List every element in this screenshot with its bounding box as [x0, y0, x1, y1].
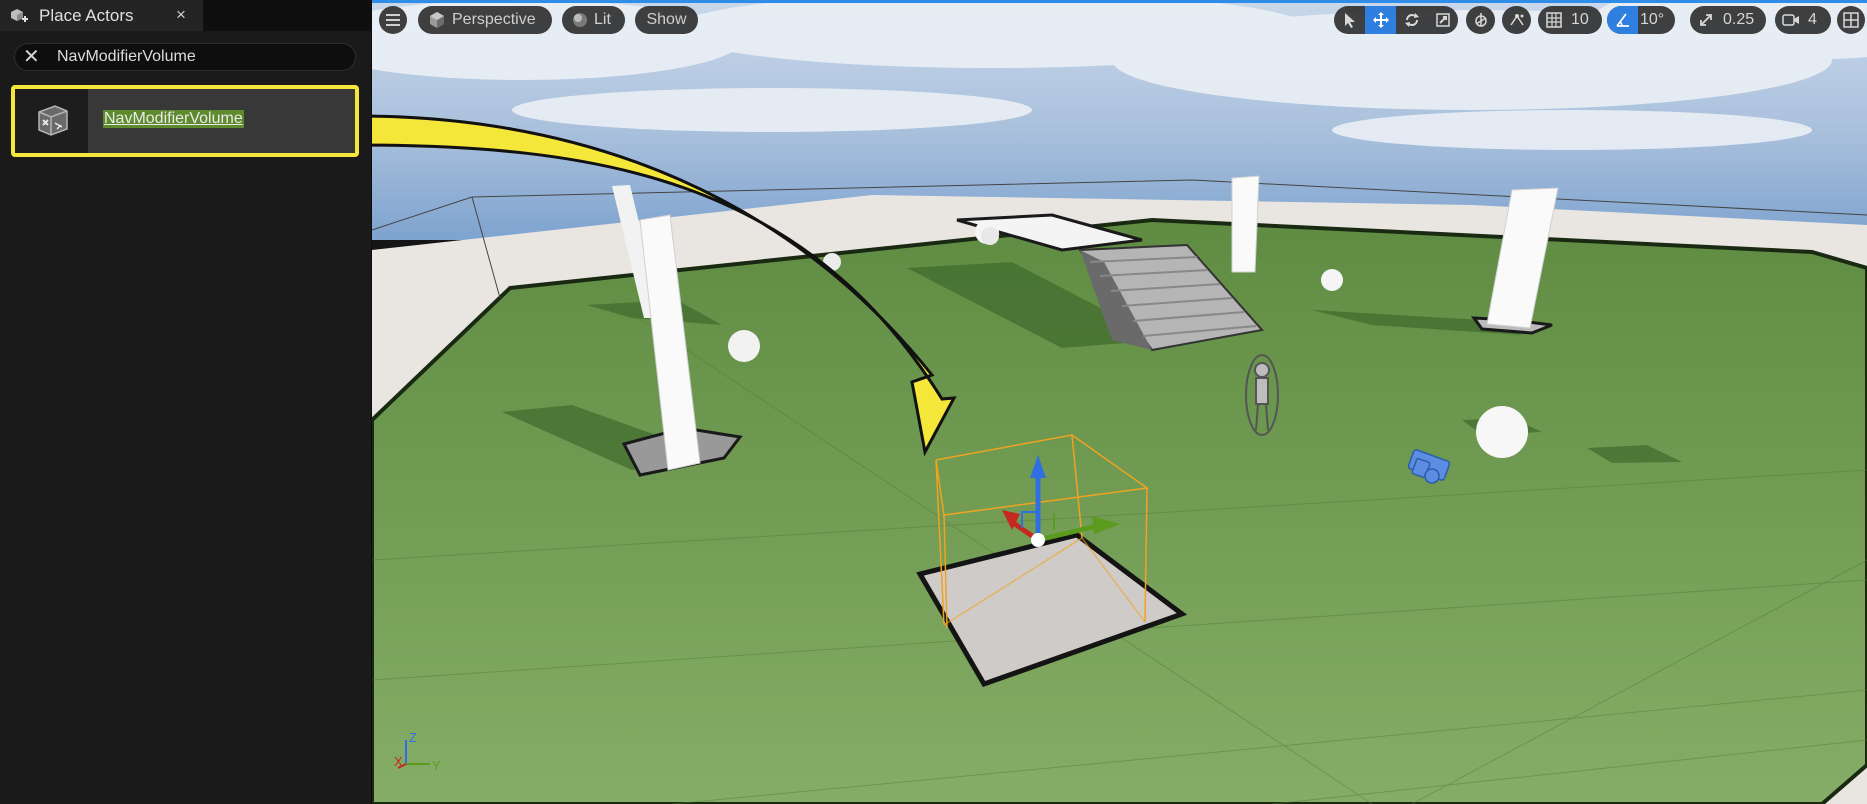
- sphere: [1321, 269, 1343, 291]
- select-tool-button[interactable]: [1334, 6, 1365, 34]
- transform-tools-group: [1334, 6, 1458, 34]
- scale-icon: [1435, 13, 1450, 27]
- place-actors-icon: [11, 9, 28, 22]
- perspective-cube-icon: [430, 12, 444, 28]
- show-label: Show: [646, 11, 687, 28]
- layout-group[interactable]: [1837, 6, 1865, 34]
- sphere: [728, 330, 760, 362]
- grid-snap-value[interactable]: 10: [1569, 6, 1597, 34]
- lighting-mode-button[interactable]: Lit: [562, 6, 625, 34]
- rotation-snap-button[interactable]: [1607, 6, 1638, 34]
- pillar-center: [1231, 175, 1260, 273]
- place-actors-panel: Place Actors × ✕ NavModifierVolume: [0, 0, 372, 804]
- camera-speed-button[interactable]: [1775, 6, 1806, 34]
- rotation-snap-group[interactable]: 10°: [1607, 6, 1675, 34]
- cursor-icon: [1344, 13, 1355, 28]
- lit-sphere-icon: [573, 13, 587, 27]
- item-thumbnail: [15, 89, 88, 153]
- volume-cube-icon: [38, 105, 68, 136]
- close-tab-icon[interactable]: ×: [176, 5, 186, 25]
- panel-tab-bar: Place Actors ×: [0, 0, 371, 31]
- scale-snap-value[interactable]: 0.25: [1721, 6, 1762, 34]
- coordinate-space-button[interactable]: [1466, 6, 1495, 34]
- search-input[interactable]: [57, 46, 337, 68]
- list-item-navmodifiervolume[interactable]: NavModifierVolume: [11, 85, 359, 157]
- clear-search-icon[interactable]: ✕: [23, 46, 40, 68]
- sphere: [1476, 406, 1528, 458]
- camera-speed-value[interactable]: 4: [1806, 6, 1825, 34]
- scale-snap-group[interactable]: 0.25: [1690, 6, 1766, 34]
- rotate-icon: [1404, 13, 1419, 27]
- lighting-mode-label: Lit: [594, 11, 611, 28]
- hamburger-icon: [386, 14, 400, 26]
- show-flags-button[interactable]: Show: [635, 6, 698, 34]
- grid-snap-button[interactable]: [1538, 6, 1569, 34]
- view-mode-label: Perspective: [452, 11, 536, 28]
- viewport-focus-bar: [372, 0, 1867, 3]
- grid-snap-group[interactable]: 10: [1538, 6, 1602, 34]
- rotate-tool-button[interactable]: [1396, 6, 1427, 34]
- viewport-scene: [372, 0, 1867, 804]
- axis-z-label: Z: [409, 730, 417, 745]
- scale-snap-icon: [1699, 14, 1712, 26]
- surface-snap-icon: [1509, 14, 1524, 26]
- camera-speed-group[interactable]: 4: [1775, 6, 1831, 34]
- item-label: NavModifierVolume: [103, 110, 244, 128]
- axis-x-label: X: [394, 754, 403, 769]
- globe-icon: [1474, 13, 1487, 27]
- sphere: [981, 227, 999, 245]
- angle-icon: [1615, 13, 1629, 27]
- video-camera-icon: [1781, 14, 1799, 26]
- scale-snap-button[interactable]: [1690, 6, 1721, 34]
- surface-snap-button[interactable]: [1502, 6, 1531, 34]
- surface-snap-toggle[interactable]: [1502, 6, 1531, 34]
- view-mode-button[interactable]: Perspective: [418, 6, 552, 34]
- move-arrows-icon: [1372, 12, 1389, 28]
- world-local-toggle[interactable]: [1466, 6, 1495, 34]
- place-actors-tab[interactable]: Place Actors ×: [0, 0, 203, 31]
- level-viewport[interactable]: Z X Y: [372, 0, 1867, 804]
- viewport-layout-button[interactable]: [1837, 6, 1865, 34]
- scale-tool-button[interactable]: [1427, 6, 1458, 34]
- grid-icon: [1545, 12, 1562, 28]
- axis-y-label: Y: [432, 758, 441, 773]
- layout-grid-icon: [1843, 12, 1859, 28]
- viewport-options-button[interactable]: [379, 6, 407, 34]
- axis-indicator: Z X Y: [394, 730, 441, 773]
- search-box: ✕: [14, 43, 356, 71]
- translate-tool-button[interactable]: [1365, 6, 1396, 34]
- rotation-snap-value[interactable]: 10°: [1638, 6, 1672, 34]
- tab-title: Place Actors: [39, 6, 134, 25]
